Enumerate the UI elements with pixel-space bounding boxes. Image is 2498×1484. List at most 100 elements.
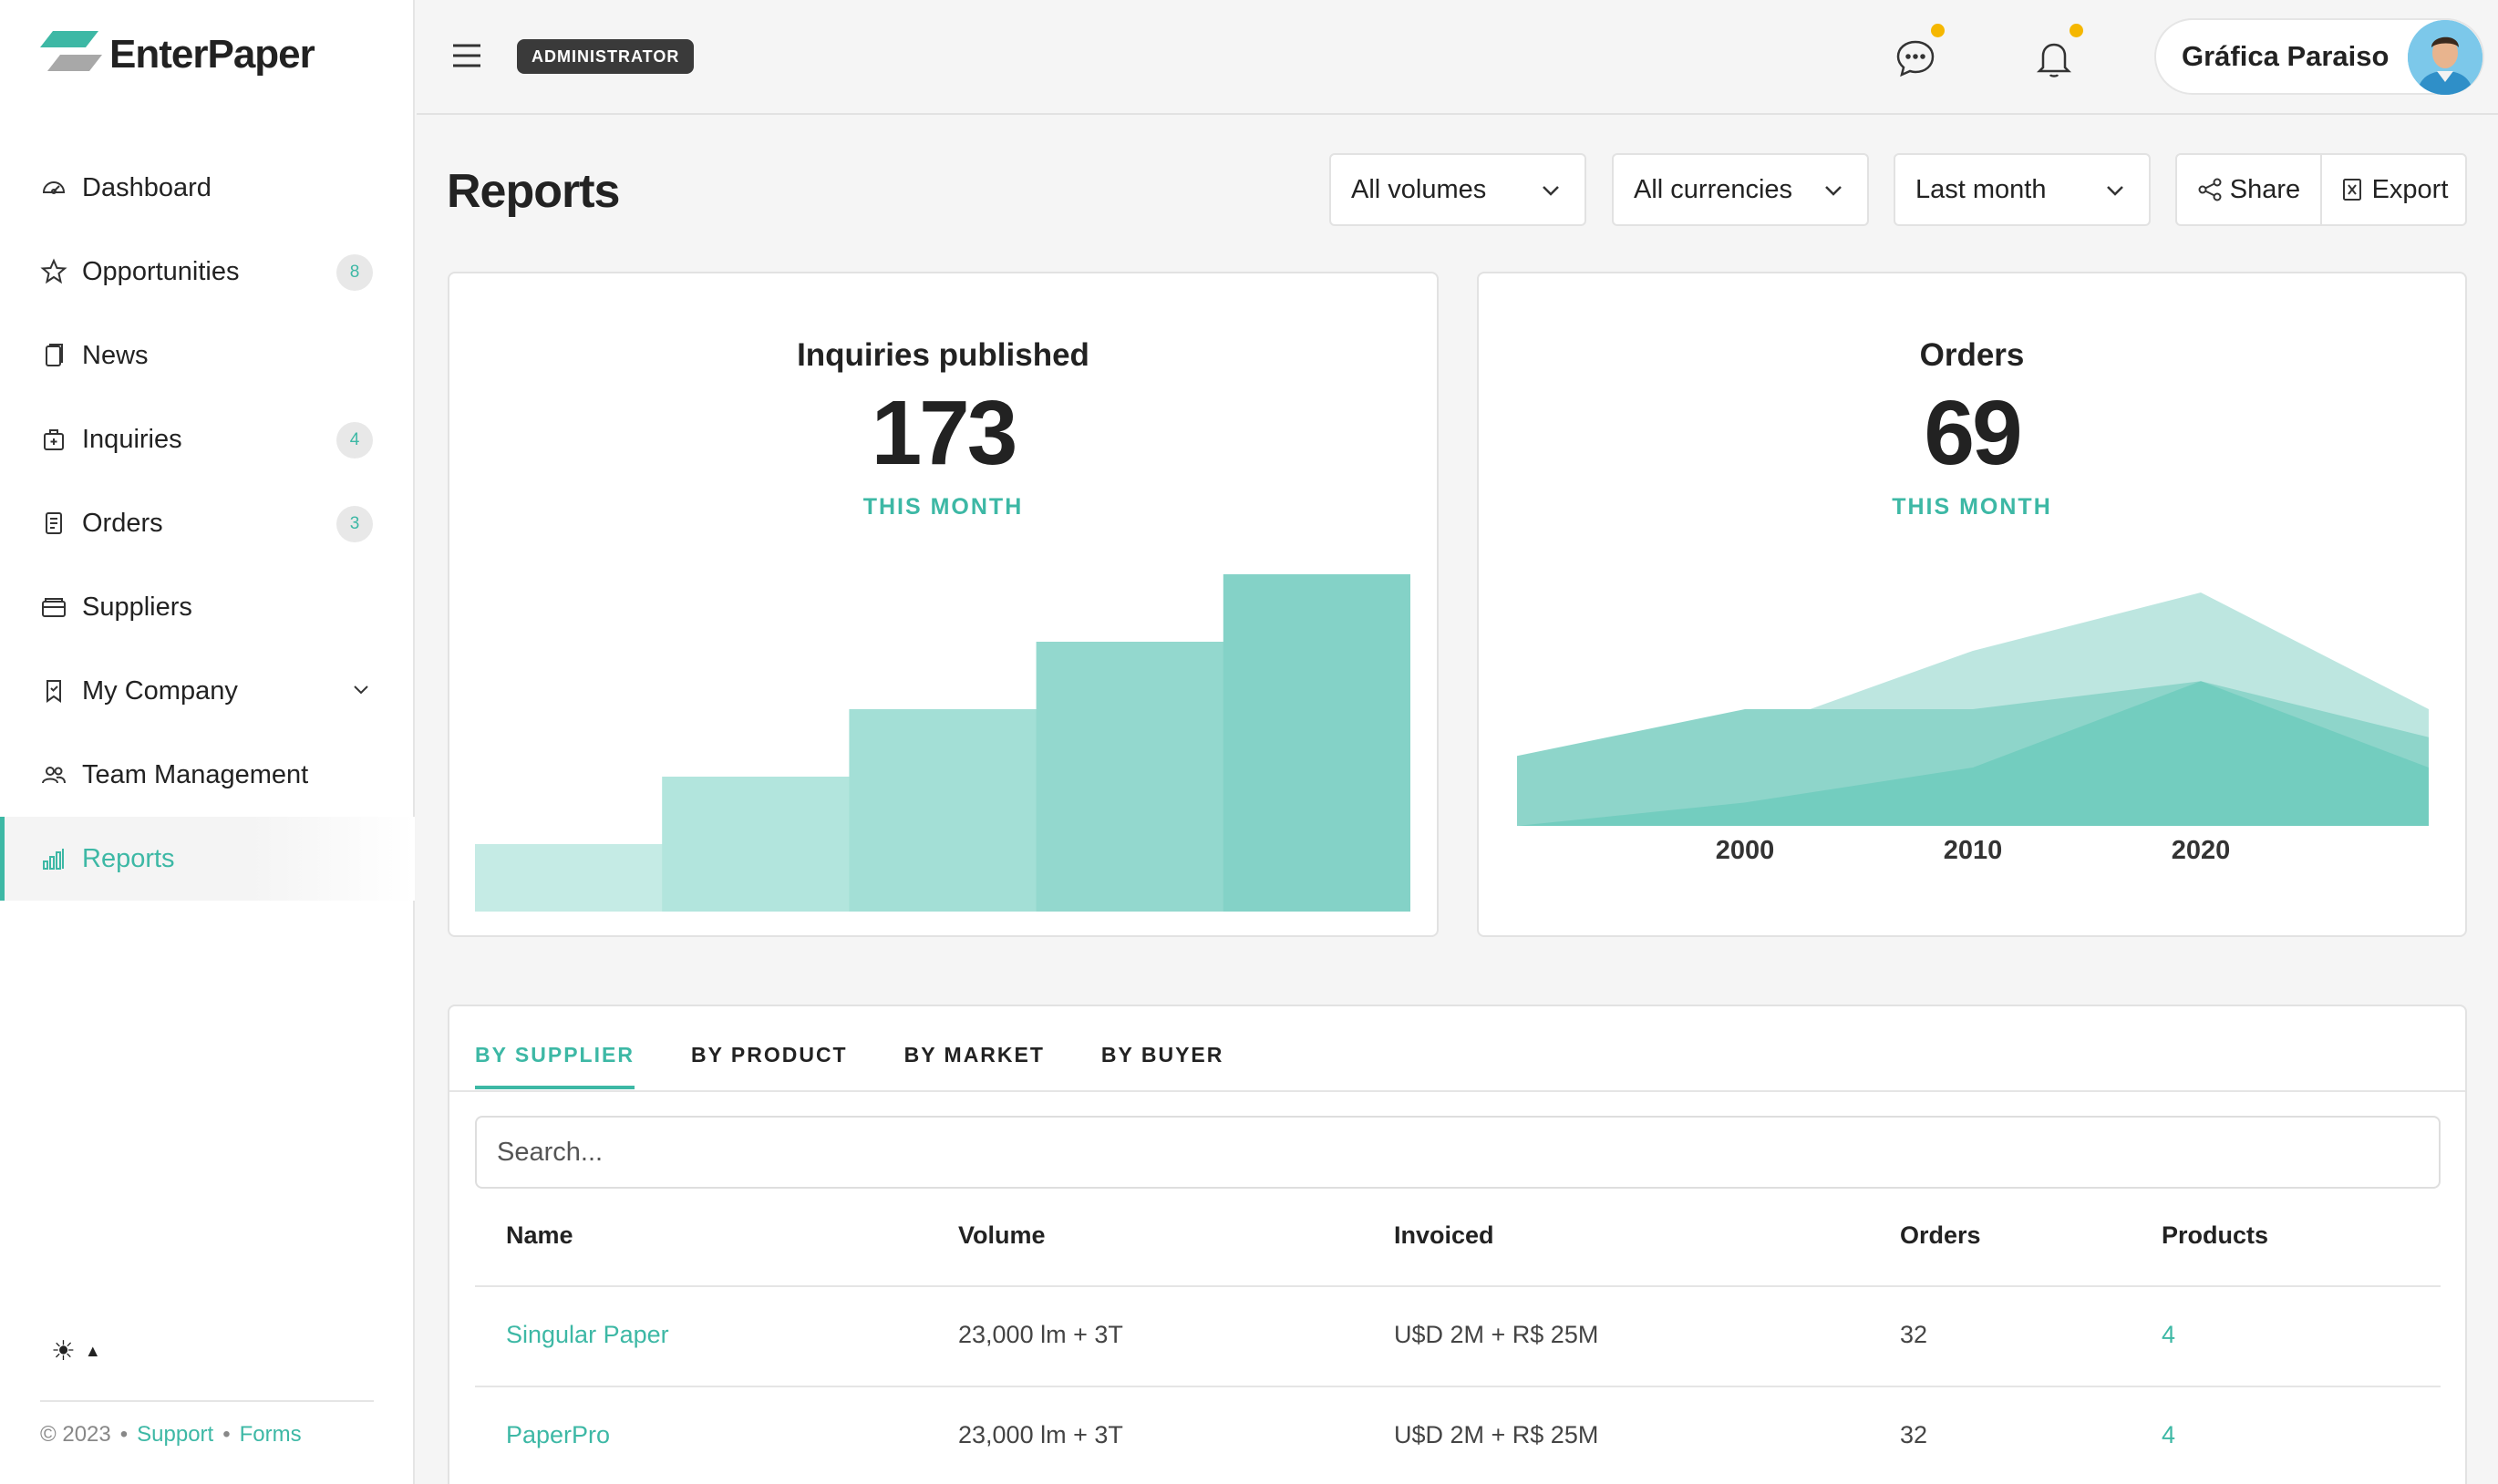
unread-dot — [1931, 24, 1945, 37]
sidebar-item-opportunities[interactable]: Opportunities 8 — [0, 230, 415, 314]
page-title: Reports — [447, 165, 620, 218]
brand-name: EnterPaper — [109, 32, 315, 77]
tab-by-market[interactable]: BY MARKET — [904, 1043, 1045, 1089]
notifications-button[interactable] — [2032, 24, 2083, 80]
sun-icon: ☀ — [51, 1336, 76, 1366]
tab-by-buyer[interactable]: BY BUYER — [1101, 1043, 1223, 1089]
caret-up-icon: ▲ — [84, 1342, 101, 1360]
sidebar-nav: Dashboard Opportunities 8 News Inquiries… — [0, 146, 415, 901]
sidebar-item-label: Orders — [82, 508, 163, 538]
supplier-name-link[interactable]: Singular Paper — [506, 1321, 669, 1349]
breakdown-tabs: BY SUPPLIER BY PRODUCT BY MARKET BY BUYE… — [475, 1043, 1280, 1089]
avatar[interactable] — [2408, 20, 2483, 95]
sidebar-item-my-company[interactable]: My Company — [0, 649, 415, 733]
card-title: Orders — [1919, 337, 2025, 373]
column-header-volume[interactable]: Volume — [958, 1221, 1046, 1250]
dashboard-icon — [40, 174, 67, 201]
share-icon — [2198, 178, 2222, 201]
sidebar-item-inquiries[interactable]: Inquiries 4 — [0, 397, 415, 481]
sidebar-item-team-management[interactable]: Team Management — [0, 733, 415, 817]
bell-icon — [2036, 43, 2072, 77]
footer-divider — [40, 1400, 374, 1402]
tab-by-product[interactable]: BY PRODUCT — [691, 1043, 848, 1089]
news-icon — [40, 342, 67, 369]
column-header-products[interactable]: Products — [2162, 1221, 2268, 1250]
sidebar-item-orders[interactable]: Orders 3 — [0, 481, 415, 565]
brand-logo[interactable]: EnterPaper — [40, 31, 315, 78]
export-button[interactable]: Export — [2320, 155, 2465, 224]
footer-separator: • — [119, 1422, 129, 1447]
card-title: Inquiries published — [797, 337, 1089, 373]
search-input[interactable] — [475, 1116, 2441, 1189]
bar — [475, 844, 663, 912]
sidebar-item-label: Reports — [82, 843, 175, 873]
enterpaper-logo-icon — [40, 31, 102, 71]
header-divider — [475, 1285, 2441, 1287]
card-subtitle: THIS MONTH — [1892, 494, 2052, 520]
copyright-text: © 2023 — [40, 1422, 111, 1447]
row-divider — [475, 1386, 2441, 1387]
top-bar: ADMINISTRATOR Gráfica Paraiso — [417, 0, 2498, 115]
forms-link[interactable]: Forms — [240, 1422, 302, 1448]
card-value: 69 — [1924, 382, 2022, 484]
period-filter[interactable]: Last month — [1894, 153, 2151, 226]
sidebar-item-label: Dashboard — [82, 172, 212, 202]
team-icon — [40, 761, 67, 788]
hamburger-menu-icon[interactable] — [451, 42, 482, 69]
volumes-filter[interactable]: All volumes — [1329, 153, 1586, 226]
share-button[interactable]: Share — [2177, 155, 2320, 224]
period-filter-value: Last month — [1915, 174, 2047, 204]
sidebar-item-suppliers[interactable]: Suppliers — [0, 565, 415, 649]
bar — [849, 709, 1037, 912]
products-count-link[interactable]: 4 — [2162, 1321, 2175, 1349]
column-header-invoiced[interactable]: Invoiced — [1394, 1221, 1494, 1250]
sidebar-item-label: Suppliers — [82, 592, 192, 622]
suppliers-icon — [40, 593, 67, 621]
theme-toggle[interactable]: ☀ ▲ — [51, 1335, 101, 1367]
x-tick-label: 2010 — [1944, 836, 2003, 865]
report-actions: Share Export — [2175, 153, 2467, 226]
chevron-down-icon — [2107, 186, 2123, 196]
bookmark-icon — [40, 677, 67, 705]
column-header-name[interactable]: Name — [506, 1221, 573, 1250]
volumes-filter-value: All volumes — [1351, 174, 1487, 204]
support-link[interactable]: Support — [137, 1422, 213, 1448]
sidebar-footer: © 2023 • Support • Forms — [40, 1422, 302, 1448]
card-subtitle: THIS MONTH — [862, 494, 1024, 520]
chevron-down-icon[interactable] — [347, 676, 375, 704]
user-menu[interactable]: Gráfica Paraiso — [2154, 18, 2484, 95]
bar — [1036, 642, 1224, 912]
sidebar-item-dashboard[interactable]: Dashboard — [0, 146, 415, 230]
volume-cell: 23,000 lm + 3T — [958, 1421, 1123, 1448]
invoiced-cell: U$D 2M + R$ 25M — [1394, 1421, 1599, 1448]
count-badge: 4 — [336, 422, 373, 459]
breakdown-card: BY SUPPLIER BY PRODUCT BY MARKET BY BUYE… — [448, 1005, 2467, 1484]
currencies-filter-value: All currencies — [1634, 174, 1793, 204]
products-count-link[interactable]: 4 — [2162, 1421, 2175, 1449]
tabs-divider — [449, 1090, 2465, 1092]
volume-cell: 23,000 lm + 3T — [958, 1321, 1123, 1348]
column-header-orders[interactable]: Orders — [1900, 1221, 1981, 1250]
orders-area-chart: 2000 2010 2020 — [1517, 593, 2429, 865]
chevron-down-icon — [1543, 186, 1559, 196]
x-tick-label: 2020 — [2172, 836, 2231, 865]
supplier-name-link[interactable]: PaperPro — [506, 1421, 610, 1449]
share-label: Share — [2229, 174, 2301, 204]
orders-icon — [40, 510, 67, 537]
sidebar-item-label: My Company — [82, 675, 238, 706]
messages-button[interactable] — [1894, 24, 1945, 80]
export-label: Export — [2371, 174, 2449, 204]
user-name: Gráfica Paraiso — [2182, 40, 2390, 72]
orders-cell: 32 — [1900, 1421, 1928, 1448]
sidebar-item-reports[interactable]: Reports — [0, 817, 415, 901]
sidebar-item-label: Inquiries — [82, 424, 182, 454]
chevron-down-icon — [1825, 186, 1842, 196]
bar — [1223, 574, 1410, 912]
tab-by-supplier[interactable]: BY SUPPLIER — [475, 1043, 635, 1089]
inquiries-bar-chart — [475, 574, 1410, 912]
currencies-filter[interactable]: All currencies — [1612, 153, 1869, 226]
sidebar-item-label: Team Management — [82, 759, 309, 789]
sidebar: EnterPaper Dashboard Opportunities 8 New… — [0, 0, 415, 1484]
orders-cell: 32 — [1900, 1321, 1928, 1348]
sidebar-item-news[interactable]: News — [0, 314, 415, 397]
